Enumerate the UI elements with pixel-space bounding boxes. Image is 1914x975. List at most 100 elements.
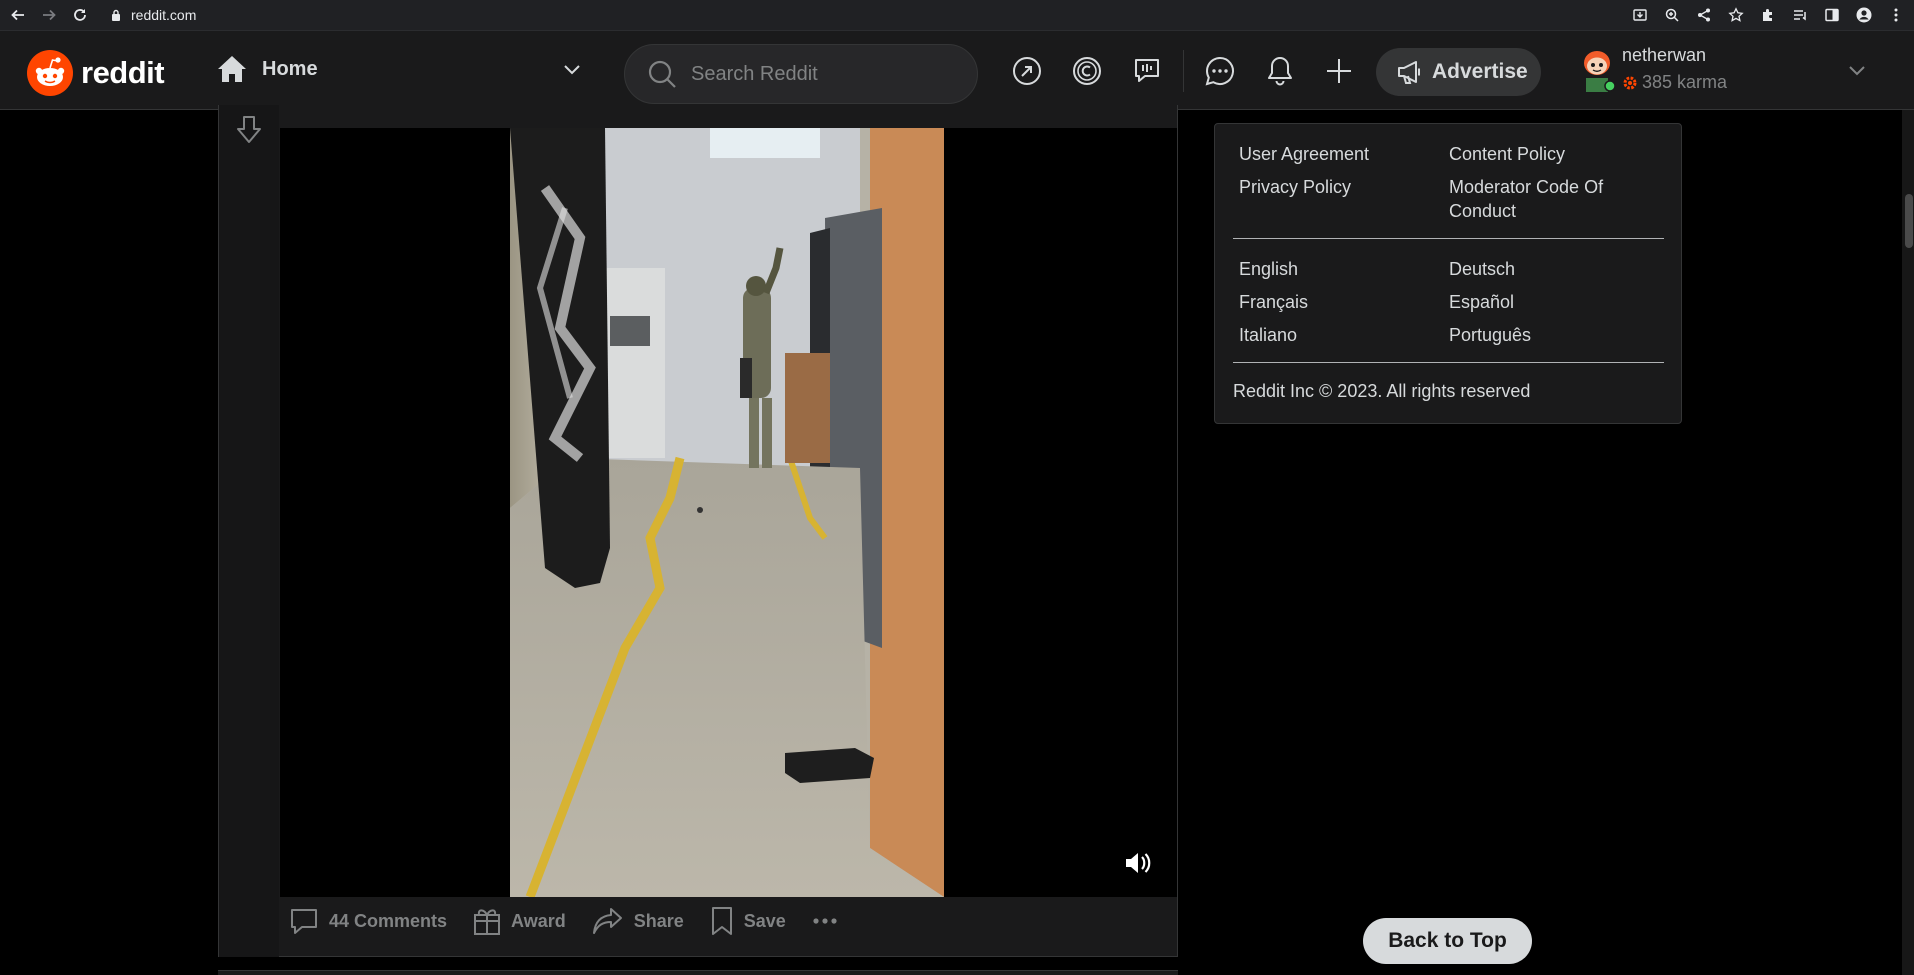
reading-list-button[interactable] [1788,3,1812,27]
user-agreement-link[interactable]: User Agreement [1239,142,1449,166]
advertise-label: Advertise [1432,60,1528,83]
user-menu[interactable]: netherwan 385 karma [1577,42,1907,98]
back-to-top-button[interactable]: Back to Top [1363,918,1532,964]
back-button[interactable] [5,2,31,28]
video-player[interactable] [280,128,1177,897]
profile-button[interactable] [1852,3,1876,27]
popular-icon [1013,57,1041,85]
language-portugues[interactable]: Português [1449,323,1659,347]
chat-icon [1205,56,1234,86]
reddit-wordmark: reddit [81,55,165,90]
share-label: Share [633,910,684,931]
post-action-bar: 44 Comments Award Share Save [289,901,874,941]
reload-button[interactable] [67,2,93,28]
video-frame [510,128,944,897]
side-panel-icon [1825,8,1839,22]
footer-links-card: User Agreement Content Policy Privacy Po… [1214,123,1682,424]
footer-divider [1233,238,1664,239]
vote-column [219,105,279,957]
moderator-code-link[interactable]: Moderator Code Of Conduct [1449,175,1659,223]
reddit-logo[interactable]: reddit [27,50,165,96]
karma-label: 385 karma [1642,72,1728,92]
kebab-menu-icon [1894,8,1898,22]
language-espanol[interactable]: Español [1449,290,1659,314]
share-button[interactable]: Share [592,906,684,936]
megaphone-icon [1398,61,1420,84]
save-button[interactable]: Save [710,906,786,936]
content-policy-link[interactable]: Content Policy [1449,142,1659,166]
share-arrow-icon [592,908,622,934]
award-button[interactable]: Award [473,906,566,936]
search-bar[interactable] [624,44,978,104]
policy-links: User Agreement Content Policy Privacy Po… [1239,142,1659,223]
talk-button[interactable] [1130,54,1164,88]
header-divider [1183,50,1184,92]
arrow-left-icon [11,9,24,21]
notification-bell-icon [1268,57,1292,86]
comment-icon [291,909,317,934]
share-icon [1698,8,1710,22]
language-francais[interactable]: Français [1239,290,1449,314]
reddit-header: reddit Home Advertise [0,31,1914,110]
language-english[interactable]: English [1239,257,1449,281]
feed-dropdown[interactable]: Home [216,49,584,89]
advertise-button[interactable]: Advertise [1376,48,1541,96]
award-label: Award [511,910,566,931]
address-bar[interactable]: reddit.com [111,7,196,23]
zoom-button[interactable] [1660,3,1684,27]
gift-icon [474,909,501,935]
home-icon [218,56,246,82]
copyright-text: Reddit Inc © 2023. All rights reserved [1233,381,1531,401]
comments-label: 44 Comments [329,910,448,931]
account-icon [1856,7,1872,23]
downvote-arrow-icon[interactable] [235,115,263,145]
karma-icon [1623,76,1637,89]
create-post-plus-icon [1327,59,1351,83]
install-icon [1633,9,1647,21]
notifications-button[interactable] [1263,54,1297,88]
bookmark-icon [711,907,732,935]
chevron-down-icon [1849,66,1865,76]
chrome-menu-button[interactable] [1884,3,1908,27]
avatar [1584,51,1616,92]
language-italiano[interactable]: Italiano [1239,323,1449,347]
post-card: 44 Comments Award Share Save [218,105,1178,957]
bookmark-button[interactable] [1724,3,1748,27]
url-text: reddit.com [131,7,197,23]
page-scrollbar[interactable] [1902,110,1914,975]
more-options-button[interactable] [812,917,848,925]
chevron-down-icon [564,65,580,75]
search-input[interactable] [691,62,951,86]
reading-list-icon [1794,10,1806,21]
search-icon [648,60,676,88]
snoo-icon [27,50,73,96]
zoom-icon [1665,8,1679,22]
browser-toolbar: reddit.com [0,0,1914,31]
next-post-edge [218,970,1178,975]
create-post-button[interactable] [1322,54,1356,88]
chat-button[interactable] [1203,54,1237,88]
footer-divider [1233,362,1664,363]
username: netherwan [1622,45,1707,65]
popular-button[interactable] [1010,54,1044,88]
side-panel-button[interactable] [1820,3,1844,27]
language-links: English Deutsch Français Español Italian… [1239,257,1659,347]
star-icon [1728,7,1744,22]
coins-button[interactable] [1070,54,1104,88]
save-label: Save [743,910,786,931]
forward-button[interactable] [36,2,62,28]
comments-button[interactable]: 44 Comments [289,906,447,936]
chat-bubble-poll-icon [1135,59,1159,82]
volume-icon[interactable] [1121,847,1153,879]
coins-icon [1073,57,1101,85]
share-page-button[interactable] [1692,3,1716,27]
extensions-button[interactable] [1756,3,1780,27]
lock-icon [112,9,120,21]
privacy-policy-link[interactable]: Privacy Policy [1239,175,1449,223]
arrow-right-icon [43,9,56,21]
scrollbar-thumb[interactable] [1905,194,1913,248]
language-deutsch[interactable]: Deutsch [1449,257,1659,281]
reload-icon [74,9,86,21]
install-app-button[interactable] [1628,3,1652,27]
karma-count: 385 karma [1622,72,1727,93]
